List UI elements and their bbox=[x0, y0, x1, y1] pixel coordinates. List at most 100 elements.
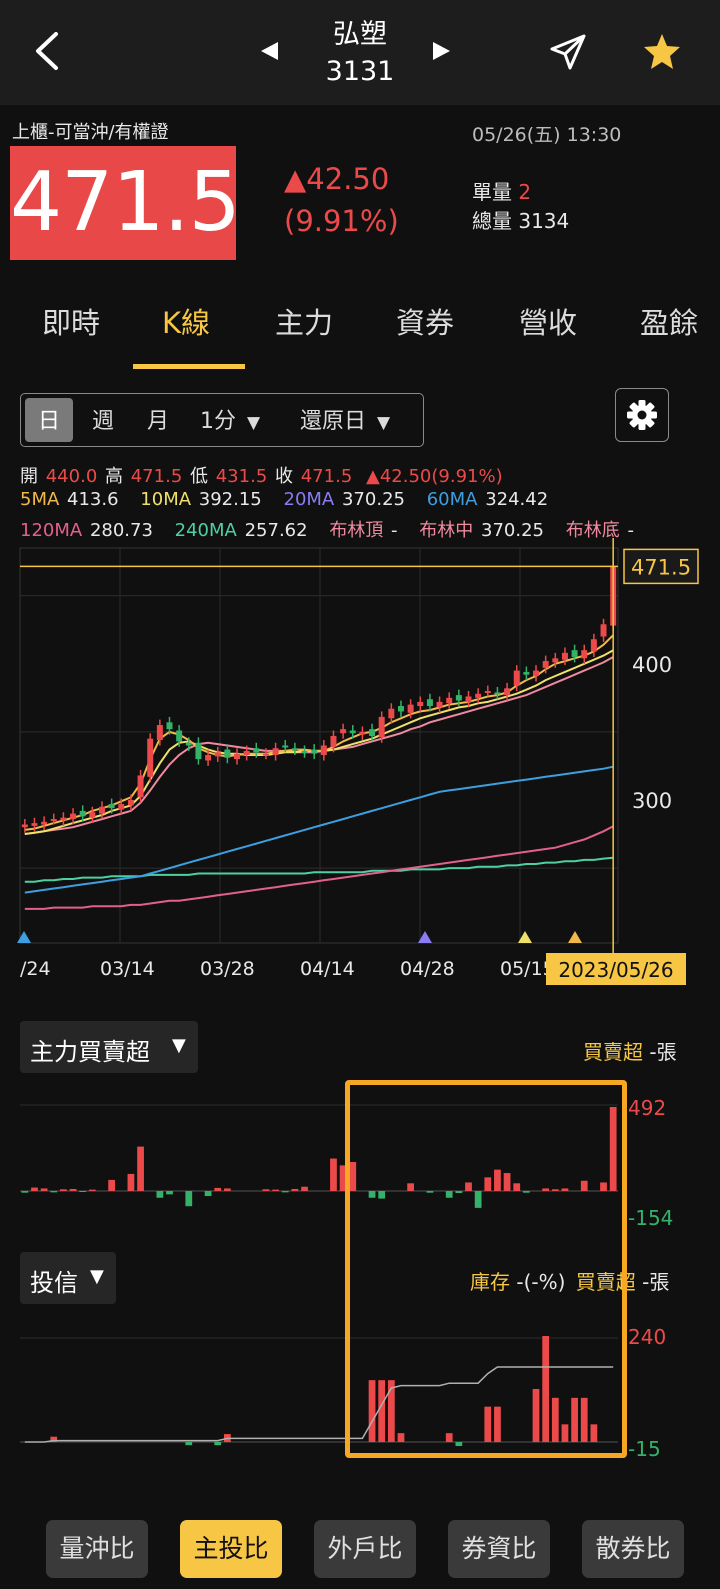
last-price-label: 471.5 bbox=[631, 555, 691, 579]
ma20-label: 20MA bbox=[283, 489, 335, 510]
chevron-down-icon: ▼ bbox=[377, 413, 391, 433]
bar bbox=[50, 1191, 58, 1193]
ma10-label: 10MA bbox=[140, 489, 192, 510]
candle-body bbox=[41, 821, 48, 825]
bar bbox=[272, 1189, 279, 1191]
foreign-holder-ratio-button[interactable]: 外戶比 bbox=[314, 1520, 416, 1578]
share-paper-plane-icon[interactable] bbox=[548, 32, 588, 72]
period-week-button[interactable]: 週 bbox=[92, 403, 114, 435]
candle-body bbox=[561, 652, 568, 660]
crosshair-date-label: 2023/05/26 bbox=[558, 958, 673, 982]
candle-body bbox=[214, 752, 221, 757]
candle-body bbox=[282, 745, 289, 748]
total-volume: 總量 3134 bbox=[472, 205, 569, 234]
candle-body bbox=[176, 730, 183, 742]
settings-button[interactable] bbox=[615, 388, 669, 442]
bar bbox=[40, 1188, 48, 1191]
chevron-down-icon: ▼ bbox=[90, 1266, 104, 1287]
unit-volume-value: 2 bbox=[518, 180, 532, 204]
candle-body bbox=[185, 742, 192, 746]
tab-revenue[interactable]: 營收 bbox=[519, 300, 577, 342]
candle-body bbox=[369, 729, 376, 736]
highlight-annotation-box bbox=[345, 1080, 627, 1458]
candle-body bbox=[600, 624, 607, 637]
candle-body bbox=[533, 670, 540, 677]
bar bbox=[60, 1189, 67, 1191]
tab-earnings[interactable]: 盈餘 bbox=[640, 300, 698, 342]
tab-main-force[interactable]: 主力 bbox=[275, 300, 333, 342]
ohlc-line: 開 440.0 高 471.5 低 431.5 收 471.5 ▲42.50(9… bbox=[20, 462, 505, 488]
candle-body bbox=[108, 804, 115, 809]
candle-body bbox=[50, 819, 57, 822]
restore-dropdown[interactable]: 還原日 ▼ bbox=[300, 403, 390, 435]
ma60-value: 324.42 bbox=[485, 489, 549, 510]
candle-body bbox=[330, 735, 337, 747]
bar bbox=[262, 1189, 270, 1191]
main-force-unit-label: 買賣超 bbox=[583, 1040, 643, 1064]
candle-body bbox=[571, 650, 578, 657]
bar bbox=[204, 1191, 212, 1197]
candle-body bbox=[320, 745, 327, 756]
bar bbox=[88, 1189, 96, 1191]
chevron-down-icon: ▼ bbox=[247, 413, 261, 433]
main-trust-ratio-button[interactable]: 主投比 bbox=[180, 1520, 282, 1578]
candle-body bbox=[552, 658, 559, 663]
candle-body bbox=[311, 749, 318, 754]
tab-margin[interactable]: 資券 bbox=[396, 300, 454, 342]
candle-body bbox=[272, 748, 279, 756]
trust-selector[interactable]: 投信 ▼ bbox=[20, 1252, 116, 1304]
candle-body bbox=[359, 731, 366, 735]
y-max-label: 492 bbox=[628, 1096, 666, 1120]
tab-kline[interactable]: K線 bbox=[162, 300, 210, 342]
candle-body bbox=[253, 748, 260, 753]
stock-code: 3131 bbox=[325, 56, 395, 87]
y-min-label: -15 bbox=[628, 1437, 661, 1461]
candle-body bbox=[60, 817, 67, 821]
bar bbox=[185, 1442, 193, 1446]
kline-chart[interactable]: 471.5300400/24 03/14 03/28 04/14 04/28 05/15 2… bbox=[0, 538, 720, 988]
candle-body bbox=[301, 750, 308, 753]
main-force-selector[interactable]: 主力買賣超 ▼ bbox=[20, 1021, 198, 1073]
candle-body bbox=[407, 704, 414, 713]
series-line-ma120 bbox=[24, 825, 614, 910]
unit-volume-label: 單量 bbox=[472, 180, 512, 204]
low-value: 431.5 bbox=[215, 466, 268, 487]
bar bbox=[166, 1191, 173, 1195]
favorite-star-icon[interactable] bbox=[642, 32, 682, 72]
x-tick-label: /24 bbox=[20, 958, 51, 980]
candle-body bbox=[388, 708, 395, 719]
current-price: 471.5 bbox=[10, 146, 241, 260]
volume-daytrade-ratio-button[interactable]: 量沖比 bbox=[46, 1520, 148, 1578]
candle-body bbox=[378, 716, 385, 738]
bar bbox=[330, 1158, 337, 1191]
bar bbox=[69, 1188, 77, 1191]
period-month-button[interactable]: 月 bbox=[147, 403, 169, 435]
candle-body bbox=[446, 697, 453, 704]
period-day-button[interactable]: 日 bbox=[38, 403, 60, 435]
chart-frame bbox=[19, 547, 619, 944]
candle-body bbox=[465, 696, 472, 702]
candle-body bbox=[349, 730, 356, 734]
bar bbox=[301, 1186, 308, 1191]
retail-short-ratio-button[interactable]: 散券比 bbox=[582, 1520, 684, 1578]
candle-body bbox=[195, 742, 202, 760]
market-tag: 上櫃-可當沖/有權證 bbox=[12, 122, 169, 143]
total-volume-label: 總量 bbox=[472, 209, 512, 233]
candle-body bbox=[205, 755, 212, 761]
short-margin-ratio-button[interactable]: 券資比 bbox=[448, 1520, 550, 1578]
open-value: 440.0 bbox=[45, 466, 98, 487]
candle-body bbox=[243, 750, 250, 756]
next-stock-triangle-right-icon[interactable] bbox=[430, 40, 454, 62]
candle-body bbox=[340, 729, 347, 734]
tab-realtime[interactable]: 即時 bbox=[42, 300, 100, 342]
bar bbox=[79, 1191, 87, 1192]
candle-body bbox=[118, 804, 125, 810]
price-change: ▲42.50 bbox=[284, 162, 390, 196]
period-minute-dropdown[interactable]: 1分 ▼ bbox=[200, 403, 260, 435]
bar bbox=[281, 1191, 289, 1193]
main-force-unit: 買賣超 -張 bbox=[583, 1036, 677, 1065]
high-label: 高 bbox=[105, 466, 123, 487]
y-max-label: 240 bbox=[628, 1325, 666, 1349]
candle-body bbox=[98, 806, 105, 814]
signal-triangle-icon bbox=[17, 931, 31, 943]
